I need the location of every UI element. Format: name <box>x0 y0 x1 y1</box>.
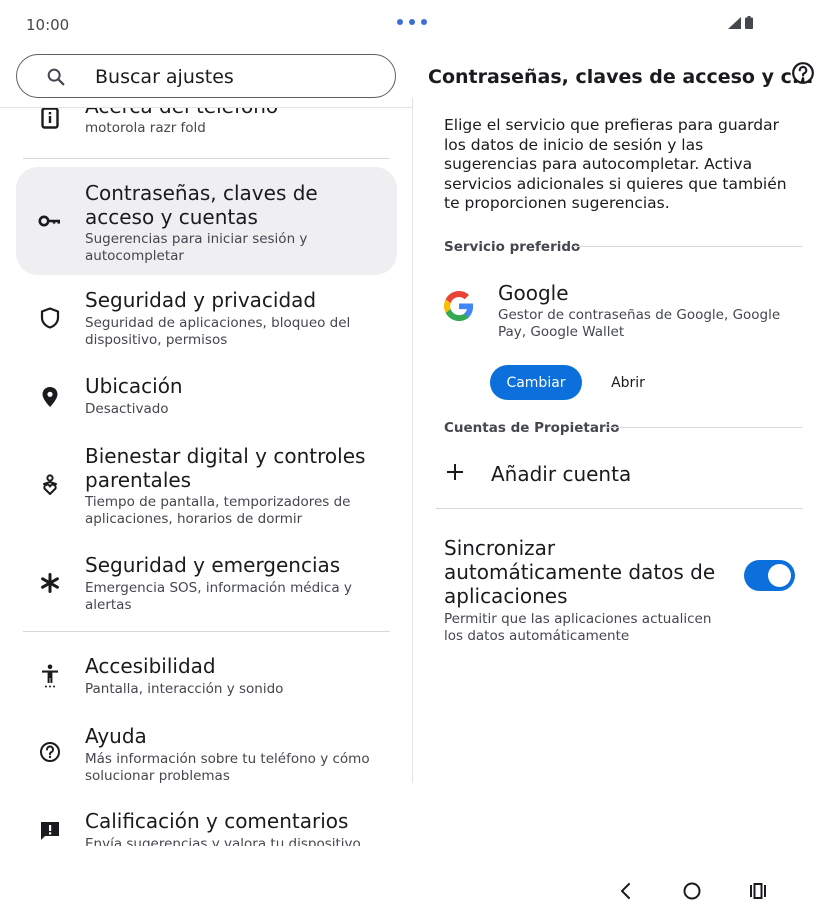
plus-icon <box>447 464 463 480</box>
settings-item-subtitle: Envía sugerencias y valora tu dispositiv… <box>85 836 361 846</box>
status-bar: 10:00 <box>0 0 826 46</box>
section-line <box>573 246 802 247</box>
page-description: Elige el servicio que prefieras para gua… <box>444 116 787 212</box>
settings-item-title: Calificación y comentarios <box>85 809 349 833</box>
sync-setting[interactable]: Sincronizar automáticamente datos de apl… <box>444 536 734 645</box>
recents-icon[interactable] <box>749 881 767 901</box>
settings-item-feedback[interactable]: Calificación y comentarios Envía sugeren… <box>16 805 397 846</box>
settings-item-subtitle: Más información sobre tu teléfono y cómo… <box>85 751 370 784</box>
service-name: Google <box>498 281 569 305</box>
settings-item-title: Ayuda <box>85 724 147 748</box>
search-icon <box>47 68 65 86</box>
settings-item-location[interactable]: Ubicación Desactivado <box>16 370 397 426</box>
settings-item-accessibility[interactable]: Accesibilidad Pantalla, interacción y so… <box>16 650 397 706</box>
window-handle-dots[interactable] <box>397 19 427 25</box>
key-icon <box>38 215 60 227</box>
sync-title: Sincronizar automáticamente datos de apl… <box>444 536 716 608</box>
page-title: Contraseñas, claves de acceso y c... <box>428 66 814 88</box>
back-icon[interactable] <box>618 881 632 901</box>
settings-item-title: Seguridad y privacidad <box>85 288 317 312</box>
settings-item-title: Contraseñas, claves de acceso y cuentas <box>85 181 318 229</box>
list-divider <box>23 631 390 632</box>
section-header-preferred: Servicio preferido <box>444 239 581 255</box>
search-input[interactable] <box>93 63 377 91</box>
sync-toggle[interactable] <box>744 560 795 591</box>
settings-list-pane: Acerca del teléfono motorola razr fold C… <box>0 46 412 846</box>
settings-item-subtitle: Desactivado <box>85 401 169 417</box>
settings-item-title: Bienestar digital y controles parentales <box>85 444 366 492</box>
toggle-knob <box>768 564 791 587</box>
settings-item-passwords[interactable]: Contraseñas, claves de acceso y cuentas … <box>16 167 397 275</box>
section-line <box>607 427 802 428</box>
sync-subtitle: Permitir que las aplicaciones actualicen… <box>444 611 712 644</box>
phone-info-icon <box>41 107 59 129</box>
wellbeing-icon <box>43 474 57 495</box>
settings-item-title: Accesibilidad <box>85 654 216 678</box>
help-button[interactable] <box>791 61 815 85</box>
detail-divider <box>436 508 803 509</box>
settings-item-subtitle: Sugerencias para iniciar sesión y autoco… <box>85 231 308 264</box>
help-circle-icon <box>40 742 60 762</box>
search-bar-overlay[interactable] <box>16 54 396 98</box>
google-logo-icon <box>444 291 474 321</box>
section-header-accounts: Cuentas de Propietario <box>444 420 620 436</box>
detail-pane: Contraseñas, claves de acceso y c... Eli… <box>413 46 826 846</box>
battery-icon <box>745 16 753 29</box>
add-account-button[interactable]: Añadir cuenta <box>436 450 806 498</box>
settings-item-subtitle: Emergencia SOS, información médica y ale… <box>85 580 352 613</box>
add-account-label: Añadir cuenta <box>491 462 632 486</box>
change-button[interactable]: Cambiar <box>490 365 582 400</box>
settings-item-title: Ubicación <box>85 374 183 398</box>
settings-item-emergency[interactable]: Seguridad y emergencias Emergencia SOS, … <box>16 549 397 621</box>
settings-item-subtitle: Pantalla, interacción y sonido <box>85 681 284 697</box>
settings-item-title: Seguridad y emergencias <box>85 553 341 577</box>
signal-icon <box>728 17 741 29</box>
location-pin-icon <box>42 387 58 407</box>
accessibility-icon <box>42 664 58 688</box>
title-clip <box>85 98 285 108</box>
asterisk-icon <box>41 573 59 593</box>
open-button[interactable]: Abrir <box>597 365 659 400</box>
settings-item-subtitle: Tiempo de pantalla, temporizadores de ap… <box>85 494 351 527</box>
list-divider <box>23 158 390 159</box>
service-description: Gestor de contraseñas de Google, Google … <box>498 307 781 340</box>
shield-icon <box>40 307 60 329</box>
feedback-icon <box>41 822 59 840</box>
settings-item-security[interactable]: Seguridad y privacidad Seguridad de apli… <box>16 284 397 356</box>
settings-item-subtitle: motorola razr fold <box>85 120 206 136</box>
settings-item-subtitle: Seguridad de aplicaciones, bloqueo del d… <box>85 315 351 348</box>
settings-item-wellbeing[interactable]: Bienestar digital y controles parentales… <box>16 440 397 532</box>
navigation-bar <box>413 866 826 919</box>
status-time: 10:00 <box>26 16 70 34</box>
settings-item-help[interactable]: Ayuda Más información sobre tu teléfono … <box>16 720 397 792</box>
system-icons <box>728 16 753 29</box>
home-icon[interactable] <box>682 881 702 901</box>
